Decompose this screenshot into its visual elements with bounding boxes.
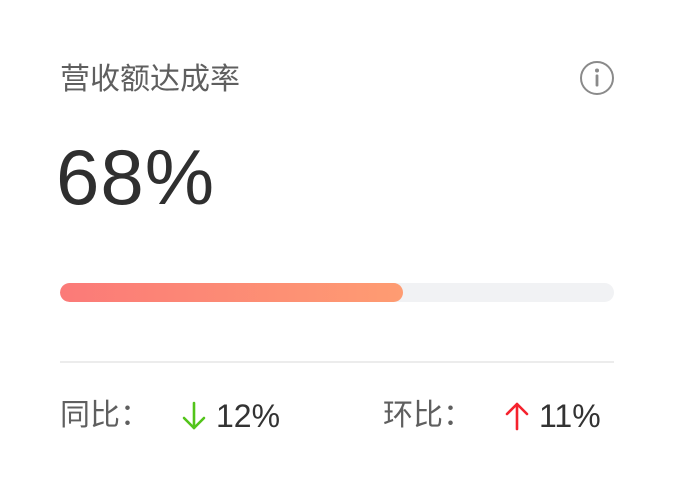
kpi-value: 68% — [56, 133, 216, 221]
mom-stat: 环比： 11% — [383, 394, 601, 438]
kpi-card: 营收额达成率 68% 同比： 12% 环比： 11% — [0, 0, 674, 480]
yoy-value: 12% — [216, 398, 281, 434]
mom-label: 环比： — [383, 398, 473, 433]
progress-bar — [60, 283, 614, 302]
yoy-label: 同比： — [60, 398, 150, 433]
arrow-down-icon — [182, 401, 206, 430]
mom-value: 11% — [539, 398, 601, 434]
progress-fill — [60, 283, 404, 302]
arrow-up-icon — [505, 402, 529, 431]
card-title: 营收额达成率 — [60, 62, 240, 97]
info-icon[interactable] — [579, 60, 615, 96]
divider — [60, 361, 614, 363]
yoy-stat: 同比： 12% — [60, 394, 280, 438]
